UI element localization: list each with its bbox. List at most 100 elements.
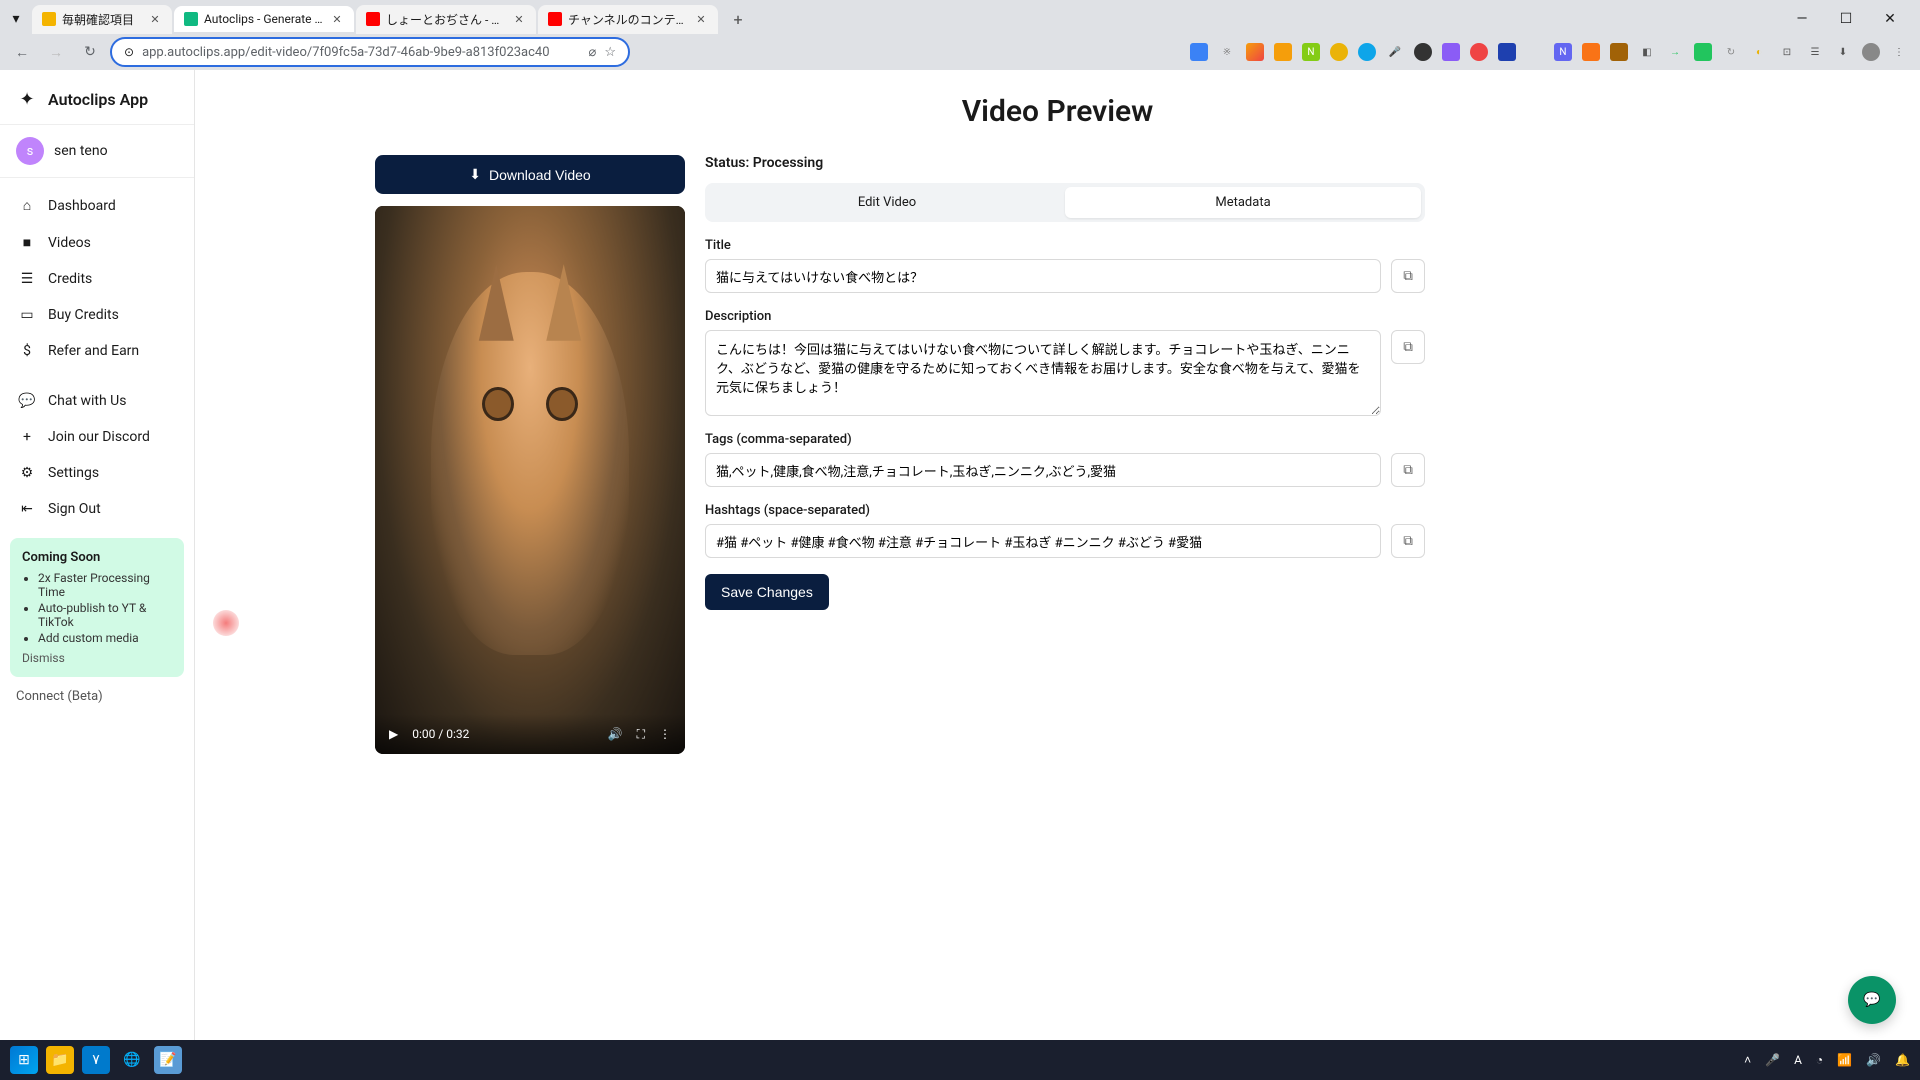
translate-icon[interactable]: ⌀	[589, 45, 597, 60]
accessibility-icon[interactable]: ◔	[1816, 1053, 1823, 1067]
wifi-icon[interactable]: 📶	[1837, 1053, 1852, 1067]
fullscreen-button[interactable]: ⛶	[637, 727, 645, 742]
app-logo[interactable]: ✦ Autoclips App	[0, 86, 194, 124]
play-button[interactable]: ▶	[389, 727, 398, 741]
address-bar[interactable]: ⊙ app.autoclips.app/edit-video/7f09fc5a-…	[110, 37, 630, 67]
sidebar-item-chat[interactable]: 💬 Chat with Us	[8, 384, 186, 418]
ime-icon[interactable]: A	[1794, 1053, 1802, 1067]
extension-icon[interactable]	[1582, 43, 1600, 61]
user-profile[interactable]: s sen teno	[0, 124, 194, 178]
extension-icon[interactable]: →	[1666, 43, 1684, 61]
page-title: Video Preview	[235, 94, 1880, 129]
extension-icon[interactable]	[1358, 43, 1376, 61]
coming-soon-card: Coming Soon 2x Faster Processing Time Au…	[10, 538, 184, 677]
extension-icon[interactable]	[1498, 43, 1516, 61]
close-icon[interactable]: ✕	[148, 12, 162, 26]
start-button[interactable]: ⊞	[10, 1046, 38, 1074]
sidebar-item-credits[interactable]: ☰ Credits	[8, 262, 186, 296]
video-menu-button[interactable]: ⋮	[659, 727, 671, 741]
field-tags: Tags (comma-separated) ⧉	[705, 432, 1425, 487]
bookmark-icon[interactable]: ☆	[604, 45, 616, 60]
mic-icon[interactable]: 🎤	[1765, 1053, 1780, 1067]
forward-button[interactable]: →	[42, 38, 70, 66]
profile-avatar-icon[interactable]	[1862, 43, 1880, 61]
dismiss-button[interactable]: Dismiss	[22, 651, 172, 665]
extension-icon[interactable]	[1330, 43, 1348, 61]
download-video-button[interactable]: ⬇ Download Video	[375, 155, 685, 194]
tab-2-active[interactable]: Autoclips - Generate Viral TikTo ✕	[174, 6, 354, 32]
tray-expand-icon[interactable]: ˄	[1744, 1053, 1751, 1067]
minimize-button[interactable]: —	[1788, 5, 1816, 33]
extension-icon[interactable]: N	[1554, 43, 1572, 61]
tab-edit-video[interactable]: Edit Video	[709, 187, 1065, 218]
windows-taskbar: ⊞ 📁 ٧ 🌐 📝 ˄ 🎤 A ◔ 📶 🔊 🔔	[0, 1040, 1920, 1080]
copy-tags-button[interactable]: ⧉	[1391, 453, 1425, 487]
user-name: sen teno	[54, 143, 108, 159]
extension-icon[interactable]	[1190, 43, 1208, 61]
site-info-icon[interactable]: ⊙	[124, 45, 134, 59]
extension-icon[interactable]	[1470, 43, 1488, 61]
volume-button[interactable]: 🔊	[608, 727, 623, 741]
volume-icon[interactable]: 🔊	[1866, 1053, 1881, 1067]
notifications-icon[interactable]: 🔔	[1895, 1053, 1910, 1067]
extension-icon[interactable]	[1694, 43, 1712, 61]
extension-icon[interactable]	[1526, 43, 1544, 61]
reload-button[interactable]: ↻	[76, 38, 104, 66]
sidebar-item-discord[interactable]: + Join our Discord	[8, 420, 186, 454]
copy-title-button[interactable]: ⧉	[1391, 259, 1425, 293]
extension-icon[interactable]	[1246, 43, 1264, 61]
extension-icon[interactable]: ※	[1218, 43, 1236, 61]
sidebar-item-sign-out[interactable]: ⇤ Sign Out	[8, 492, 186, 526]
tab-metadata[interactable]: Metadata	[1065, 187, 1421, 218]
chat-launcher-button[interactable]: 💬	[1848, 976, 1896, 1024]
extension-icon[interactable]	[1442, 43, 1460, 61]
downloads-icon[interactable]: ⬇	[1834, 43, 1852, 61]
close-icon[interactable]: ✕	[330, 12, 344, 26]
extension-icon[interactable]: 🎤	[1386, 43, 1404, 61]
menu-icon[interactable]: ⋮	[1890, 43, 1908, 61]
extension-icon[interactable]	[1274, 43, 1292, 61]
extension-icon[interactable]	[1610, 43, 1628, 61]
sidebar-item-videos[interactable]: ■ Videos	[8, 225, 186, 260]
extension-icon[interactable]	[1414, 43, 1432, 61]
tab-search-dropdown[interactable]: ▾	[4, 7, 28, 31]
title-label: Title	[705, 238, 1425, 253]
copy-description-button[interactable]: ⧉	[1391, 330, 1425, 364]
tab-1[interactable]: 毎朝確認項目 ✕	[32, 5, 172, 34]
reading-list-icon[interactable]: ☰	[1806, 43, 1824, 61]
sidebar-item-refer[interactable]: $ Refer and Earn	[8, 334, 186, 368]
extension-icon[interactable]: N	[1302, 43, 1320, 61]
sidebar-item-dashboard[interactable]: ⌂ Dashboard	[8, 188, 186, 223]
vscode-icon[interactable]: ٧	[82, 1046, 110, 1074]
chrome-icon[interactable]: 🌐	[118, 1046, 146, 1074]
save-changes-button[interactable]: Save Changes	[705, 574, 829, 610]
hashtags-input[interactable]	[705, 524, 1381, 558]
app-icon	[184, 12, 198, 26]
maximize-button[interactable]: ☐	[1832, 5, 1860, 33]
tab-4[interactable]: チャンネルのコンテンツ - YouTube S ✕	[538, 5, 718, 34]
connect-beta-link[interactable]: Connect (Beta)	[0, 677, 194, 716]
sidebar-item-settings[interactable]: ⚙ Settings	[8, 456, 186, 490]
browser-chrome: ▾ 毎朝確認項目 ✕ Autoclips - Generate Viral Ti…	[0, 0, 1920, 70]
field-description: Description こんにちは！今回は猫に与えてはいけない食べ物について詳し…	[705, 309, 1425, 416]
back-button[interactable]: ←	[8, 38, 36, 66]
title-input[interactable]	[705, 259, 1381, 293]
extension-icon[interactable]: ◧	[1638, 43, 1656, 61]
copy-hashtags-button[interactable]: ⧉	[1391, 524, 1425, 558]
close-icon[interactable]: ✕	[512, 12, 526, 26]
tab-3[interactable]: しょーとおぢさん - YouTube ✕	[356, 5, 536, 34]
description-input[interactable]: こんにちは！今回は猫に与えてはいけない食べ物について詳しく解説します。チョコレー…	[705, 330, 1381, 416]
close-window-button[interactable]: ✕	[1876, 5, 1904, 33]
notepad-icon[interactable]: 📝	[154, 1046, 182, 1074]
card-icon: ▭	[18, 307, 36, 323]
new-tab-button[interactable]: +	[724, 5, 752, 33]
extensions-menu-icon[interactable]: ⊡	[1778, 43, 1796, 61]
extension-icon[interactable]: ↻	[1722, 43, 1740, 61]
video-player[interactable]: ▶ 0:00 / 0:32 🔊 ⛶ ⋮	[375, 206, 685, 754]
extension-icon[interactable]: ◐	[1750, 43, 1768, 61]
tags-input[interactable]	[705, 453, 1381, 487]
close-icon[interactable]: ✕	[694, 12, 708, 26]
file-explorer-icon[interactable]: 📁	[46, 1046, 74, 1074]
sidebar-item-buy-credits[interactable]: ▭ Buy Credits	[8, 298, 186, 332]
hashtags-label: Hashtags (space-separated)	[705, 503, 1425, 518]
